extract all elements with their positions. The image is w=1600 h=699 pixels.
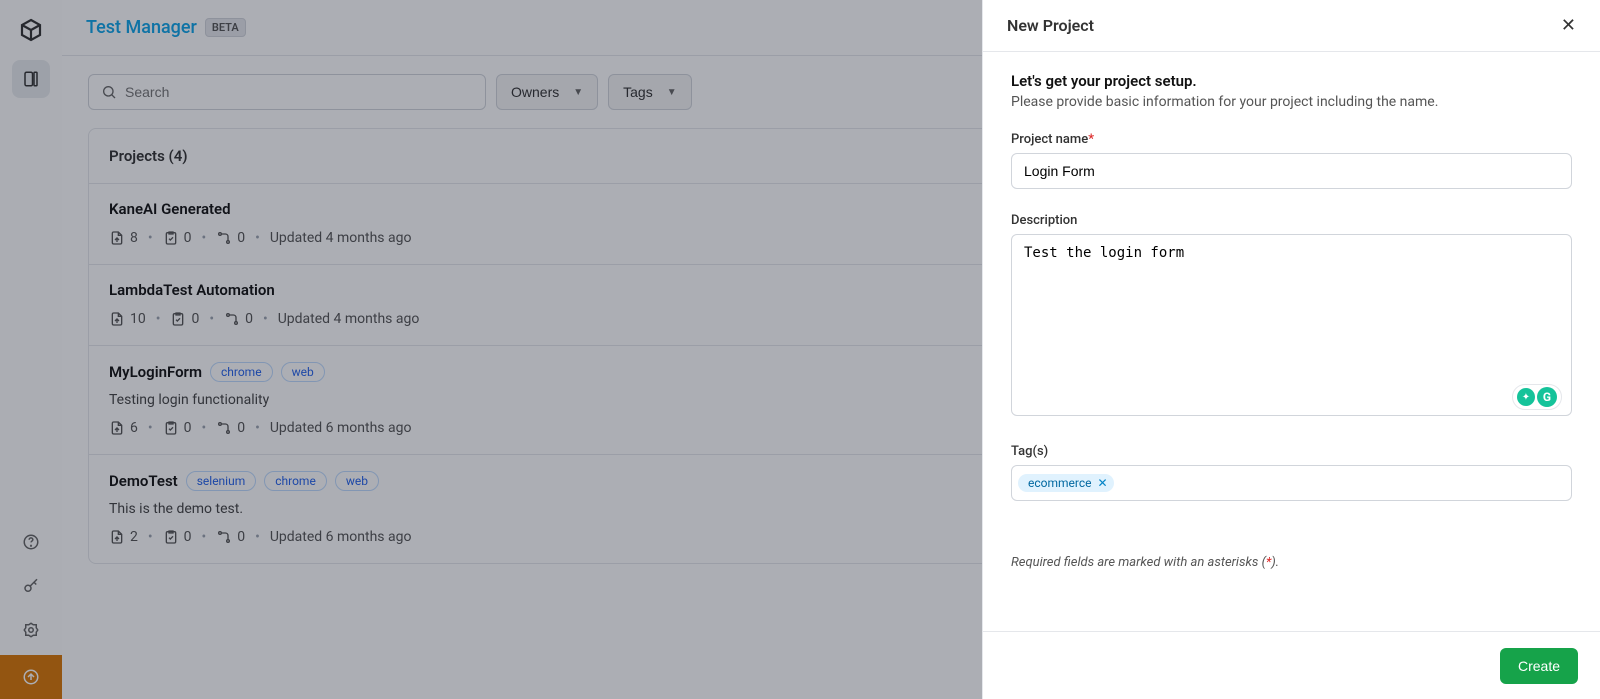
drawer-body: Let's get your project setup. Please pro… xyxy=(983,52,1600,631)
tags-field: Tag(s) ecommerce ✕ xyxy=(1011,444,1572,501)
tags-input[interactable]: ecommerce ✕ xyxy=(1011,465,1572,501)
grammarly-icon: G xyxy=(1537,387,1557,407)
remove-tag-icon[interactable]: ✕ xyxy=(1098,476,1108,490)
project-name-label: Project name* xyxy=(1011,132,1572,147)
drawer-footer: Create xyxy=(983,631,1600,699)
drawer-title: New Project xyxy=(1007,16,1094,35)
description-field: Description ✦ G xyxy=(1011,213,1572,420)
grammarly-widget[interactable]: ✦ G xyxy=(1512,384,1562,410)
description-label: Description xyxy=(1011,213,1572,228)
tag-chip-ecommerce: ecommerce ✕ xyxy=(1018,474,1114,492)
project-name-field: Project name* xyxy=(1011,132,1572,189)
drawer-header: New Project ✕ xyxy=(983,0,1600,52)
tags-label: Tag(s) xyxy=(1011,444,1572,459)
create-button[interactable]: Create xyxy=(1500,648,1578,684)
required-note: Required fields are marked with an aster… xyxy=(1011,555,1572,570)
drawer-lead-sub: Please provide basic information for you… xyxy=(1011,94,1572,110)
close-icon[interactable]: ✕ xyxy=(1561,15,1576,36)
description-input[interactable] xyxy=(1011,234,1572,416)
project-name-input[interactable] xyxy=(1011,153,1572,189)
new-project-drawer: New Project ✕ Let's get your project set… xyxy=(982,0,1600,699)
drawer-lead: Let's get your project setup. xyxy=(1011,72,1572,90)
suggestion-icon: ✦ xyxy=(1517,388,1535,406)
required-asterisk: * xyxy=(1088,132,1094,147)
